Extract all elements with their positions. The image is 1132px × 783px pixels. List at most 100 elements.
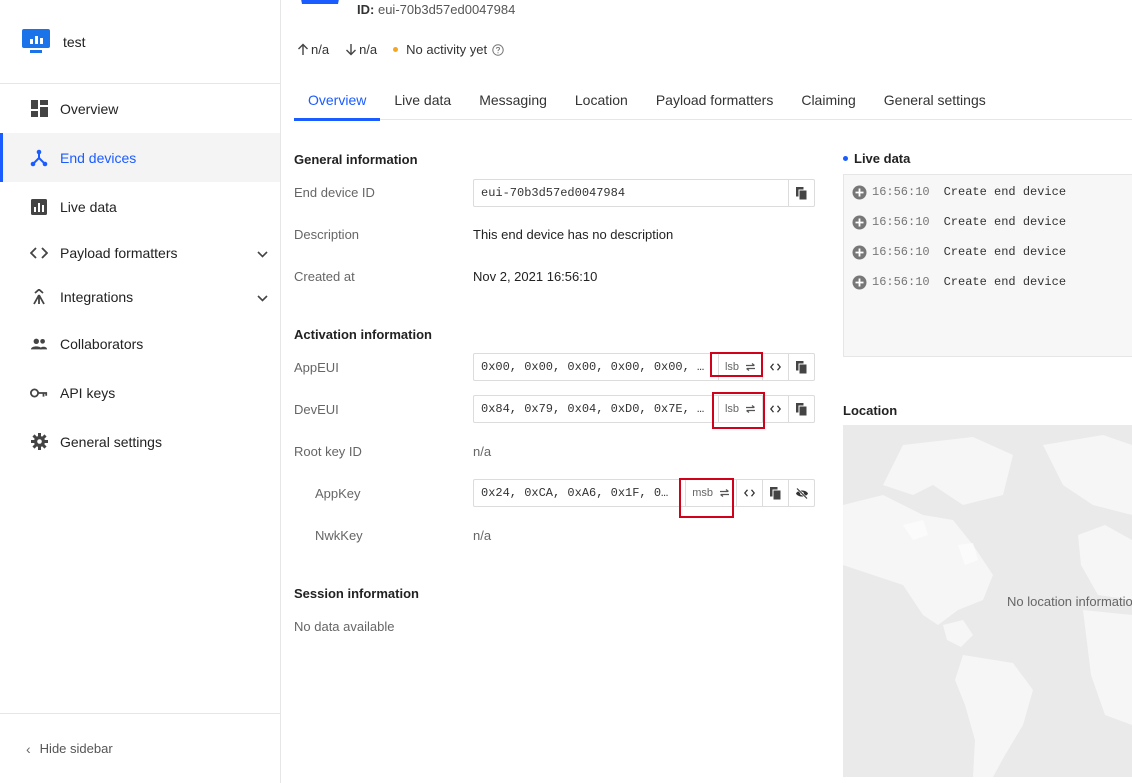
event-text: Create end device: [943, 185, 1067, 199]
sidebar-item-live-data[interactable]: Live data: [0, 182, 280, 231]
tab-general-settings[interactable]: General settings: [870, 80, 1000, 120]
code-view-icon[interactable]: [762, 396, 788, 422]
sidebar-item-label: Overview: [60, 100, 119, 117]
root-key-id-label: Root key ID: [294, 444, 362, 459]
device-id-field[interactable]: eui-70b3d57ed0047984: [473, 179, 815, 207]
event-row[interactable]: 16:56:10 Create end device: [844, 177, 1132, 207]
tab-overview[interactable]: Overview: [294, 80, 381, 121]
sidebar-item-label: End devices: [60, 149, 137, 166]
copy-icon[interactable]: [788, 396, 814, 422]
event-text: Create end device: [943, 275, 1067, 289]
event-row[interactable]: 16:56:10 Create end device: [844, 237, 1132, 267]
live-data-panel[interactable]: 16:56:10 Create end device 16:56:10 Crea…: [843, 174, 1132, 357]
location-title: Location: [843, 403, 898, 418]
swap-icon: [746, 363, 755, 371]
arrow-up-icon: [298, 43, 308, 55]
status-dot: [393, 47, 399, 52]
description-value: This end device has no description: [473, 227, 674, 242]
event-row[interactable]: 16:56:10 Create end device: [844, 207, 1132, 237]
chevron-down-icon[interactable]: [257, 289, 268, 305]
appeui-field[interactable]: 0x00, 0x00, 0x00, 0x00, 0x00, … lsb: [473, 353, 815, 381]
integrations-icon: [30, 288, 48, 306]
device-image-icon: [301, 0, 339, 4]
sidebar-item-general-settings[interactable]: General settings: [0, 417, 280, 466]
created-at-label: Created at: [294, 269, 355, 284]
event-time: 16:56:10: [872, 185, 930, 199]
appkey-field[interactable]: 0x24, 0xCA, 0xA6, 0x1F, 0… msb: [473, 479, 815, 507]
byte-order-label: lsb: [724, 361, 739, 373]
code-view-icon[interactable]: [736, 480, 762, 506]
tab-location[interactable]: Location: [561, 80, 642, 120]
copy-icon[interactable]: [788, 354, 814, 380]
copy-icon[interactable]: [762, 480, 788, 506]
nwkkey-value: n/a: [473, 528, 492, 543]
sidebar-item-api-keys[interactable]: API keys: [0, 368, 280, 417]
device-id-field-value: eui-70b3d57ed0047984: [481, 186, 626, 200]
sidebar-item-label: API keys: [60, 384, 116, 401]
uplink-stat: n/a: [297, 42, 329, 57]
app-name: test: [63, 33, 86, 50]
sidebar-item-collaborators[interactable]: Collaborators: [0, 319, 280, 368]
sidebar-item-label: General settings: [60, 433, 162, 450]
activity-text: No activity yet: [406, 42, 488, 57]
traffic-stats: n/a n/a No activity yet: [297, 42, 522, 57]
event-row[interactable]: 16:56:10 Create end device: [844, 267, 1132, 297]
eye-off-icon[interactable]: [788, 480, 814, 506]
appeui-value: 0x00, 0x00, 0x00, 0x00, 0x00, …: [481, 360, 705, 374]
code-view-icon[interactable]: [762, 354, 788, 380]
chevron-down-icon[interactable]: [257, 245, 268, 261]
copy-icon[interactable]: [788, 180, 814, 206]
people-icon: [30, 335, 48, 353]
hide-sidebar-button[interactable]: ‹ Hide sidebar: [0, 713, 280, 783]
dashboard-icon: [30, 100, 48, 118]
sidebar-item-integrations[interactable]: Integrations: [0, 275, 280, 319]
device-tabs: Overview Live data Messaging Location Pa…: [294, 80, 1132, 121]
deveui-byte-order-toggle[interactable]: lsb: [717, 396, 762, 422]
end-devices-icon: [30, 149, 48, 167]
activation-info-title: Activation information: [294, 327, 432, 342]
byte-order-label: lsb: [724, 403, 739, 415]
live-data-title: Live data: [843, 151, 910, 166]
session-info-title: Session information: [294, 586, 419, 601]
swap-icon: [720, 489, 729, 497]
live-data-title-text: Live data: [854, 151, 911, 166]
nwkkey-label: NwkKey: [315, 528, 363, 543]
appkey-byte-order-toggle[interactable]: msb: [685, 480, 736, 506]
app-logo-icon: [22, 28, 50, 55]
tab-claiming[interactable]: Claiming: [787, 80, 869, 120]
downlink-stat: n/a: [345, 42, 377, 57]
event-time: 16:56:10: [872, 215, 930, 229]
appkey-label: AppKey: [315, 486, 361, 501]
swap-icon: [746, 405, 755, 413]
sidebar-nav: Overview End devices Live data Payload f…: [0, 84, 280, 466]
live-data-icon: [30, 198, 48, 216]
general-info-title: General information: [294, 152, 418, 167]
downlink-value: n/a: [359, 42, 378, 57]
uplink-value: n/a: [311, 42, 330, 57]
deveui-label: DevEUI: [294, 402, 339, 417]
sidebar-item-overview[interactable]: Overview: [0, 84, 280, 133]
tab-live-data[interactable]: Live data: [380, 80, 465, 120]
gear-icon: [30, 433, 48, 451]
tab-messaging[interactable]: Messaging: [465, 80, 561, 120]
sidebar-item-end-devices[interactable]: End devices: [0, 133, 280, 182]
code-icon: [30, 244, 48, 262]
location-map[interactable]: No location information available: [843, 425, 1132, 777]
root-key-id-value: n/a: [473, 444, 492, 459]
sidebar-item-label: Integrations: [60, 289, 134, 305]
plus-circle-icon: [852, 185, 867, 199]
event-text: Create end device: [943, 215, 1067, 229]
appeui-byte-order-toggle[interactable]: lsb: [717, 354, 762, 380]
tab-payload-formatters[interactable]: Payload formatters: [642, 80, 788, 120]
sidebar-item-payload-formatters[interactable]: Payload formatters: [0, 231, 280, 275]
deveui-field[interactable]: 0x84, 0x79, 0x04, 0xD0, 0x7E, … lsb: [473, 395, 815, 423]
device-id-value: eui-70b3d57ed0047984: [377, 2, 516, 17]
created-at-value: Nov 2, 2021 16:56:10: [473, 269, 598, 284]
byte-order-label: msb: [692, 487, 713, 499]
session-empty-text: No data available: [294, 619, 395, 634]
arrow-down-icon: [346, 44, 357, 56]
help-icon[interactable]: [492, 43, 504, 56]
plus-circle-icon: [852, 245, 867, 259]
sidebar-item-label: Payload formatters: [60, 245, 178, 261]
app-header[interactable]: test: [0, 0, 280, 84]
